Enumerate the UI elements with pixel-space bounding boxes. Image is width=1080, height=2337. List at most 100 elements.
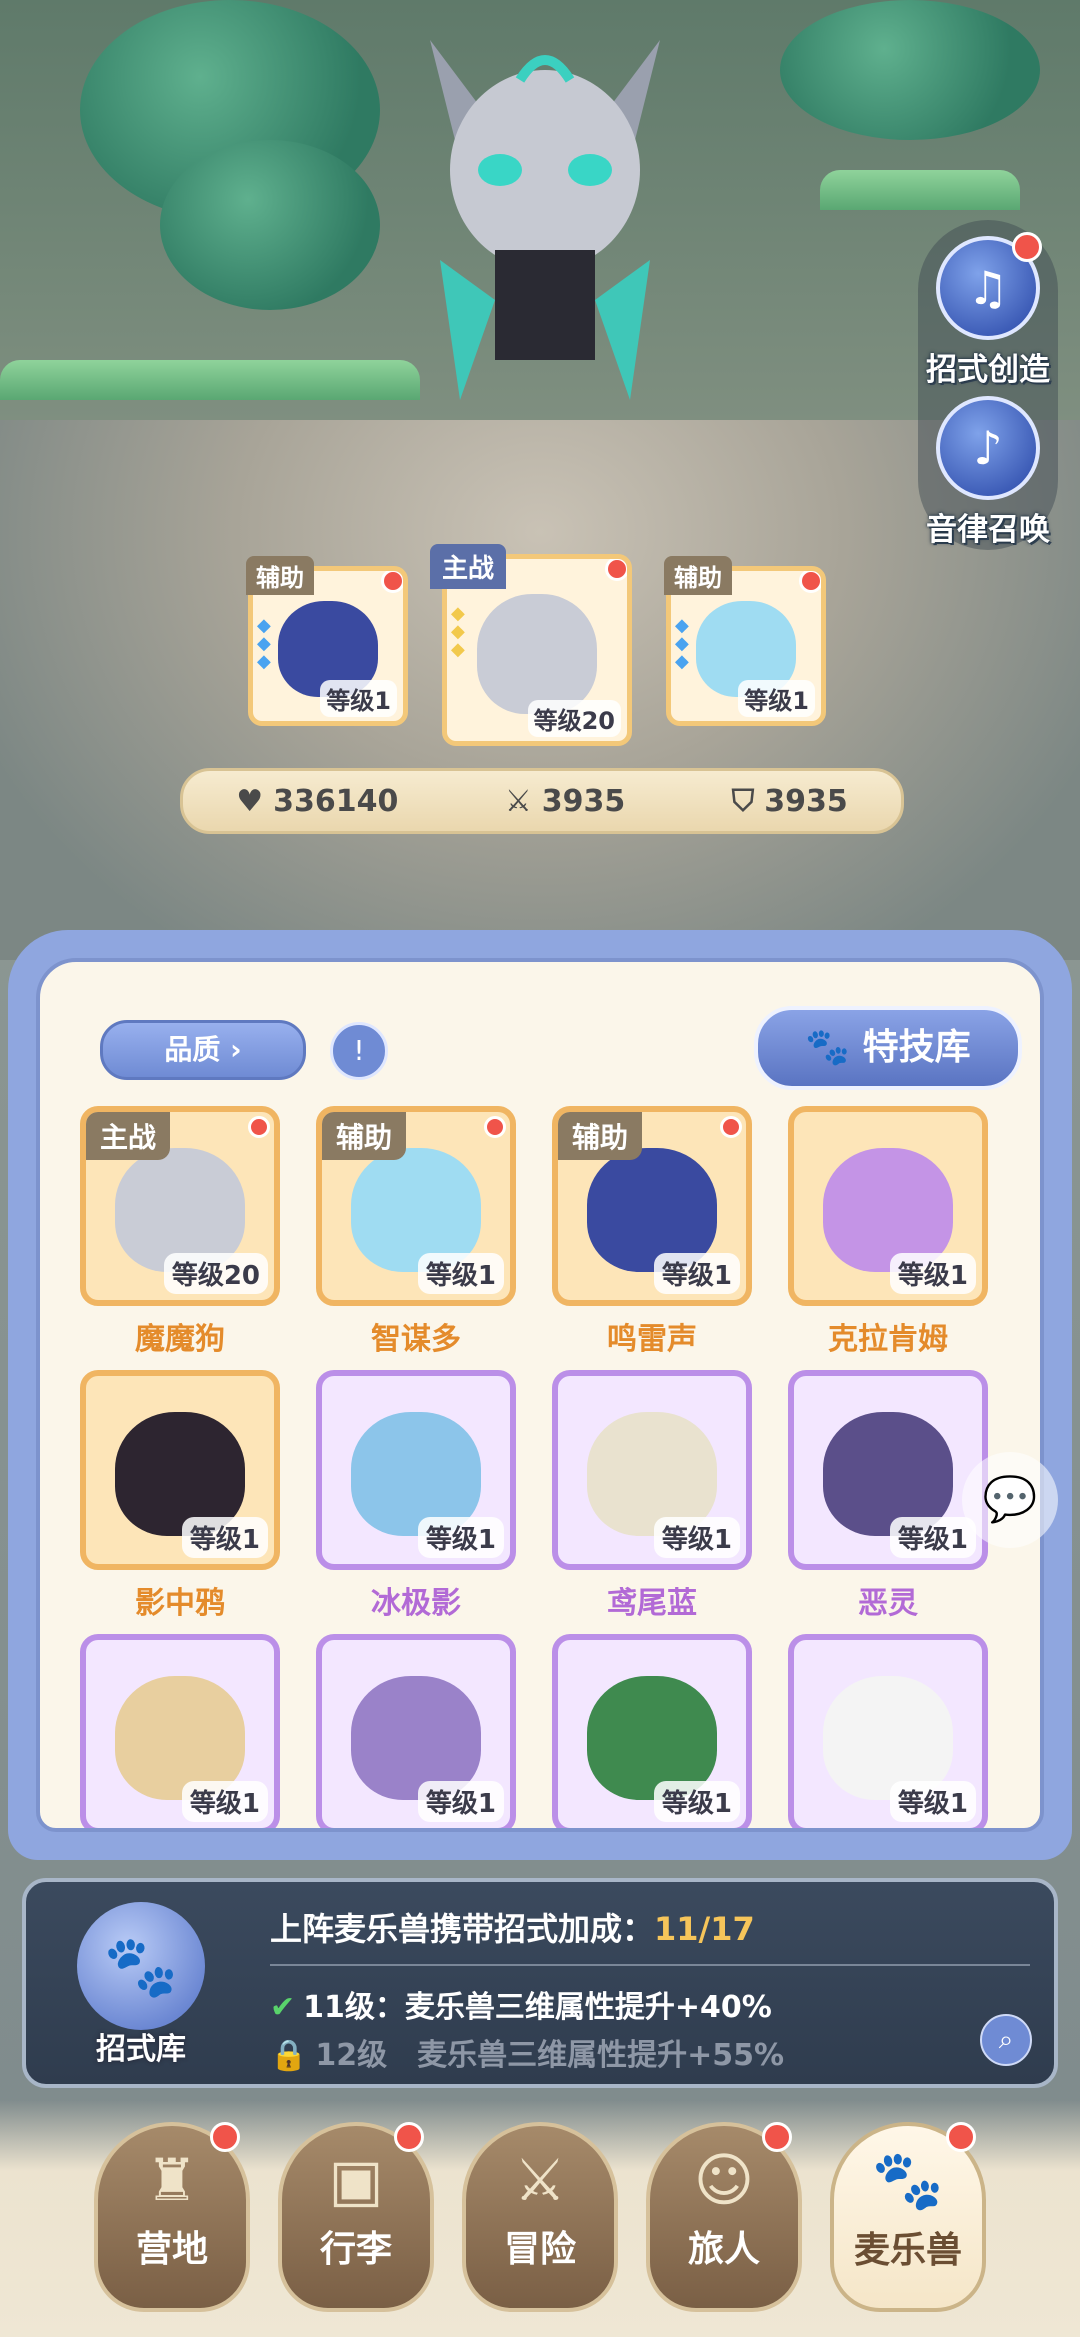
divider: [270, 1964, 1030, 1966]
notification-dot: [1012, 232, 1042, 262]
nav-tab-label: 营地: [135, 2229, 208, 2270]
chevron-right-icon: ›: [230, 1033, 242, 1066]
pet-name: 魔魔狗: [135, 1322, 225, 1357]
pet-card-frame: 等级1: [316, 1370, 516, 1570]
swords-icon: ⚔: [514, 2146, 566, 2214]
pet-level: 等级1: [889, 1253, 976, 1294]
notification-dot: [762, 2122, 792, 2152]
defense-stat: ⛉ 3935: [731, 783, 848, 819]
notification-dot: [248, 1116, 270, 1138]
shield-icon: ⛉: [731, 783, 755, 819]
pet-card[interactable]: 等级1 克拉肯姆: [788, 1106, 988, 1358]
pet-level: 等级1: [181, 1781, 268, 1822]
pet-name: 智谋多: [371, 1322, 461, 1357]
pet-card[interactable]: 等级1: [80, 1634, 280, 1828]
check-icon: ✔: [270, 1990, 296, 2025]
pet-collection-inner: 品质 › ! 🐾 特技库 主战 等级20 魔魔狗 辅助 等级1 智谋多 辅助 等级1 鸣雷声 等级…: [36, 958, 1044, 1832]
hp-stat: ♥ 336140: [236, 783, 399, 819]
pet-level: 等级1: [417, 1253, 504, 1294]
rhythm-summon-button[interactable]: ♪ 音律召唤: [918, 396, 1058, 549]
bonus-unlocked: ✔ 11级：麦乐兽三维属性提升+40%: [270, 1990, 772, 2025]
main-pet-model: [400, 0, 690, 430]
skill-create-button[interactable]: ♫ 招式创造: [918, 232, 1058, 389]
notification-dot: [484, 1116, 506, 1138]
pet-card[interactable]: 辅助等级1 智谋多: [316, 1106, 516, 1358]
bonus-title: 上阵麦乐兽携带招式加成：11/17: [270, 1910, 755, 1948]
grass-patch: [820, 170, 1020, 210]
notification-dot: [720, 1116, 742, 1138]
pet-role-tag: 主战: [86, 1112, 171, 1160]
tree-right: [780, 0, 1040, 140]
skill-library-button[interactable]: 🐾 特技库: [754, 1006, 1022, 1090]
attack-stat: ⚔ 3935: [504, 783, 626, 819]
pet-card[interactable]: 等级1 冰极影: [316, 1370, 516, 1622]
tree-left-lower: [160, 140, 380, 310]
pet-level: 等级1: [417, 1781, 504, 1822]
pet-name: 鸢尾蓝: [607, 1586, 697, 1621]
pet-level: 等级1: [181, 1517, 268, 1558]
notification-dot: [381, 571, 403, 593]
info-icon[interactable]: !: [330, 1022, 388, 1080]
nav-tab[interactable]: 🐾 麦乐兽: [830, 2122, 986, 2312]
bottom-nav: ♜ 营地 ▣ 行李 ⚔ 冒险 ☺ 旅人 🐾 麦乐兽: [0, 2100, 1080, 2337]
pet-card[interactable]: 主战等级20 魔魔狗: [80, 1106, 280, 1358]
nav-tab[interactable]: ⚔ 冒险: [462, 2122, 618, 2312]
paw-icon: 🐾: [77, 1902, 205, 2030]
notification-dot: [799, 571, 821, 593]
pet-card-frame: 等级1: [552, 1370, 752, 1570]
pet-level: 等级1: [417, 1517, 504, 1558]
notification-dot: [394, 2122, 424, 2152]
bonus-locked: 🔒 12级 麦乐兽三维属性提升+55%: [270, 2038, 785, 2073]
castle-icon: ♜: [146, 2146, 198, 2214]
pet-card[interactable]: 等级1: [552, 1634, 752, 1828]
pet-card-frame: 等级1: [788, 1634, 988, 1828]
nav-tab[interactable]: ▣ 行李: [278, 2122, 434, 2312]
pet-name: 恶灵: [858, 1586, 918, 1621]
nav-tab-label: 麦乐兽: [853, 2230, 962, 2271]
pet-card-frame: 等级1: [316, 1634, 516, 1828]
skill-library-shortcut[interactable]: 🐾 招式库: [66, 1902, 216, 2068]
pet-card[interactable]: 等级1 影中鸦: [80, 1370, 280, 1622]
pet-card[interactable]: 辅助等级1 鸣雷声: [552, 1106, 752, 1358]
pet-name: 鸣雷声: [607, 1322, 697, 1357]
pet-card[interactable]: 等级1: [788, 1634, 988, 1828]
team-stats-bar: ♥ 336140 ⚔ 3935 ⛉ 3935: [180, 768, 904, 834]
pet-card-frame: 等级1: [80, 1634, 280, 1828]
bag-icon: ▣: [328, 2146, 384, 2214]
chat-icon[interactable]: 💬: [962, 1452, 1058, 1548]
pet-card[interactable]: 等级1 恶灵: [788, 1370, 988, 1622]
pet-level: 等级20: [163, 1253, 268, 1294]
pet-card-frame: 等级1: [788, 1370, 988, 1570]
pet-role-tag: 辅助: [322, 1112, 407, 1160]
team-role-tag: 主战: [430, 544, 507, 589]
harp-icon: ♪: [936, 396, 1040, 500]
pet-level: 等级1: [889, 1781, 976, 1822]
pet-role-tag: 辅助: [558, 1112, 643, 1160]
nav-tab-label: 旅人: [687, 2229, 760, 2270]
pet-level: 等级1: [653, 1253, 740, 1294]
pet-card-frame: 等级1: [80, 1370, 280, 1570]
pet-card[interactable]: 等级1 鸢尾蓝: [552, 1370, 752, 1622]
pet-card[interactable]: 等级1: [316, 1634, 516, 1828]
paw-icon: 🐾: [805, 1027, 851, 1068]
nav-tab[interactable]: ♜ 营地: [94, 2122, 250, 2312]
pet-card-frame: 等级1: [788, 1106, 988, 1306]
heart-icon: ♥: [236, 783, 264, 819]
pet-name: 冰极影: [371, 1586, 461, 1621]
grass-patch: [0, 360, 420, 400]
skill-bonus-panel: 🐾 招式库 上阵麦乐兽携带招式加成：11/17 ✔ 11级：麦乐兽三维属性提升+4…: [22, 1878, 1058, 2088]
pet-card-frame: 主战等级20: [80, 1106, 280, 1306]
star-rank: ◆ ◆ ◆: [451, 603, 465, 660]
star-rank: ◆ ◆ ◆: [257, 615, 271, 672]
quality-filter-button[interactable]: 品质 ›: [100, 1020, 306, 1080]
nav-tab[interactable]: ☺ 旅人: [646, 2122, 802, 2312]
pet-card-frame: 辅助等级1: [552, 1106, 752, 1306]
pet-portrait: [477, 593, 597, 714]
magnifier-icon[interactable]: ⌕: [980, 2014, 1032, 2066]
pet-icon: 🐾: [871, 2146, 945, 2214]
pet-name: 克拉肯姆: [828, 1322, 948, 1357]
team-role-tag: 辅助: [664, 556, 732, 595]
crossed-swords-icon: ⚔: [504, 783, 532, 819]
pet-card-frame: 辅助等级1: [316, 1106, 516, 1306]
notification-dot: [605, 559, 627, 581]
